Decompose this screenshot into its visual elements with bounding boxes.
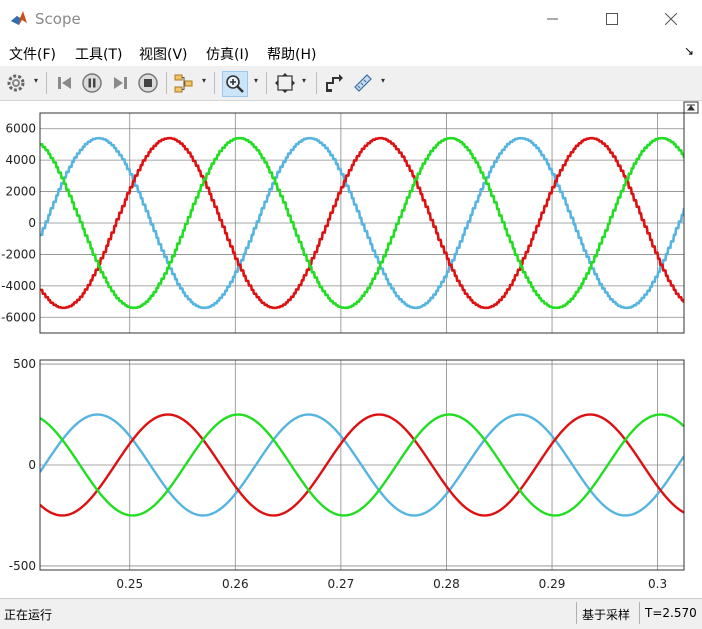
restore-layout-icon [326, 74, 343, 92]
settings-icon [7, 74, 25, 92]
step-back-button[interactable] [54, 72, 76, 94]
x-tick-label: 0.25 [116, 577, 143, 591]
pause-button[interactable] [81, 72, 103, 94]
zoom-dropdown-icon[interactable]: ▾ [254, 76, 258, 85]
scope-plot[interactable]: 6000 4000 2000 0 -2000 -4000 -6000 0.25 0.26 0.2… [0, 101, 702, 598]
toolbar-separator [46, 72, 47, 94]
restore-layout-button[interactable] [323, 72, 345, 94]
minimize-button[interactable] [530, 0, 576, 38]
undock-button[interactable] [683, 101, 699, 114]
step-forward-button[interactable] [109, 72, 131, 94]
status-sampling-mode: 基于采样 [582, 608, 631, 622]
settings-button[interactable] [5, 72, 27, 94]
menu-view[interactable]: 视图(V) [139, 44, 188, 64]
settings-dropdown-icon[interactable]: ▾ [34, 76, 38, 85]
autoscale-button[interactable] [274, 72, 296, 94]
maximize-button[interactable] [589, 0, 635, 38]
toolbar-separator [266, 72, 267, 94]
highlight-block-button[interactable] [173, 72, 195, 94]
status-state: 正在运行 [4, 608, 53, 622]
stop-button[interactable] [137, 72, 159, 94]
step-back-icon [58, 77, 71, 89]
x-tick-label: 0.28 [433, 577, 460, 591]
y-tick-label: 6000 [5, 122, 36, 136]
maximize-icon [606, 13, 618, 25]
step-forward-icon [114, 77, 127, 89]
menu-file[interactable]: 文件(F) [9, 44, 56, 64]
title-bar: Scope [0, 0, 702, 38]
menu-help[interactable]: 帮助(H) [267, 44, 316, 64]
matlab-logo-icon [11, 11, 27, 25]
toolbar-separator [166, 72, 167, 94]
y-tick-label: 2000 [5, 185, 36, 199]
pause-icon [82, 73, 102, 93]
zoom-in-icon [226, 75, 244, 93]
y-tick-label: -6000 [1, 310, 36, 324]
close-button[interactable] [648, 0, 694, 38]
autoscale-dropdown-icon[interactable]: ▾ [302, 76, 306, 85]
toolbar: ▾ ▾ ▾ ▾ ▾ [0, 66, 702, 101]
x-tick-label: 0.3 [648, 577, 667, 591]
y-tick-label: -4000 [1, 279, 36, 293]
minimize-icon [547, 18, 558, 20]
autoscale-icon [275, 73, 295, 93]
y-tick-label: 0 [28, 216, 36, 230]
status-separator [576, 602, 577, 624]
y-tick-label: 0 [28, 458, 36, 472]
status-sim-time: T=2.570 [645, 606, 697, 620]
menu-tools[interactable]: 工具(T) [75, 44, 122, 64]
dock-arrow-icon[interactable]: ↘ [684, 44, 694, 58]
y-tick-label: -500 [9, 559, 36, 573]
y-tick-label: 4000 [5, 153, 36, 167]
x-tick-label: 0.26 [222, 577, 249, 591]
menu-simulation[interactable]: 仿真(I) [206, 44, 249, 64]
status-separator [639, 602, 640, 624]
measurements-button[interactable] [352, 72, 374, 94]
toolbar-separator [214, 72, 215, 94]
y-tick-label: -2000 [1, 247, 36, 261]
stop-icon [138, 73, 158, 93]
x-tick-label: 0.29 [539, 577, 566, 591]
scope-display: 6000 4000 2000 0 -2000 -4000 -6000 0.25 0.26 0.2… [0, 101, 702, 598]
x-tick-label: 0.27 [328, 577, 355, 591]
highlight-dropdown-icon[interactable]: ▾ [202, 76, 206, 85]
close-icon [665, 13, 677, 25]
y-tick-label: 500 [13, 357, 36, 371]
window-title: Scope [35, 10, 81, 28]
measurement-ruler-icon [354, 74, 372, 92]
status-bar: 正在运行 基于采样 T=2.570 [0, 598, 702, 629]
toolbar-separator [316, 72, 317, 94]
highlight-block-icon [174, 74, 193, 93]
menu-bar: 文件(F) 工具(T) 视图(V) 仿真(I) 帮助(H) ↘ [0, 38, 702, 66]
zoom-in-button[interactable] [222, 71, 248, 97]
measurements-dropdown-icon[interactable]: ▾ [381, 76, 385, 85]
